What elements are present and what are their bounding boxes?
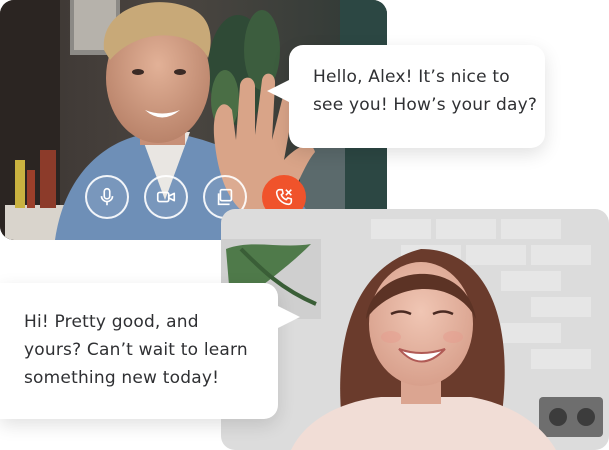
- remote-message-line: see you! How’s your day?: [313, 95, 538, 115]
- microphone-button[interactable]: [85, 175, 129, 219]
- local-message-bubble: Hi! Pretty good, and yours? Can’t wait t…: [0, 283, 300, 419]
- remote-message-line: Hello, Alex! It’s nice to: [313, 67, 510, 87]
- local-video-feed: [221, 209, 609, 450]
- local-message-line: yours? Can’t wait to learn: [24, 340, 248, 360]
- microphone-icon: [100, 187, 114, 206]
- local-message-line: something new today!: [24, 368, 220, 388]
- camera-button[interactable]: [144, 175, 188, 219]
- video-camera-icon: [156, 191, 176, 203]
- phone-hangup-icon: [275, 188, 293, 206]
- local-video-image: [221, 209, 609, 450]
- local-message-line: Hi! Pretty good, and: [24, 312, 199, 332]
- remote-message-bubble: Hello, Alex! It’s nice to see you! How’s…: [267, 45, 545, 148]
- copy-windows-icon: [217, 188, 233, 206]
